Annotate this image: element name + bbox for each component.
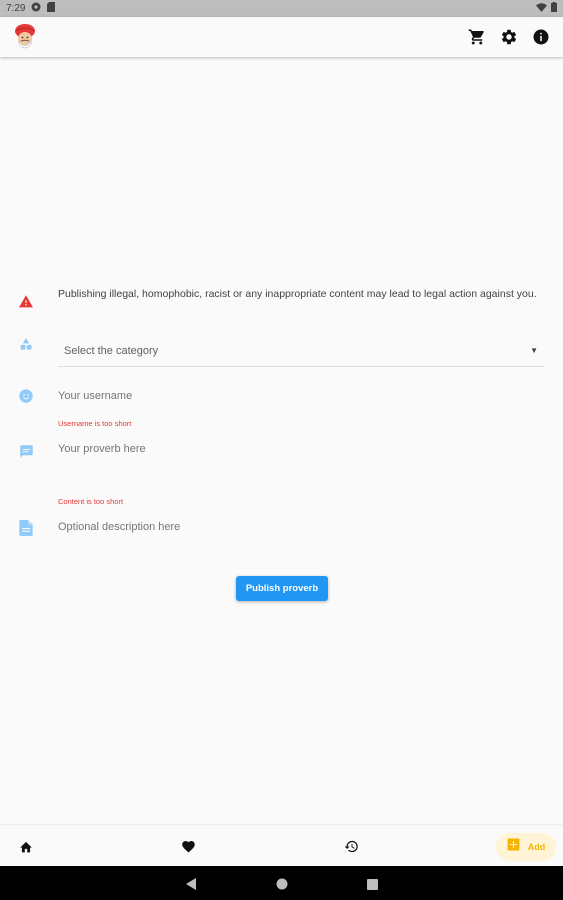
category-placeholder: Select the category [64, 344, 159, 357]
chat-icon [18, 443, 34, 459]
username-error: Username is too short [58, 419, 132, 428]
category-row [18, 336, 34, 352]
settings-notification-icon [31, 2, 41, 15]
info-icon[interactable] [531, 27, 551, 47]
bottom-navigation: Add [0, 824, 563, 866]
username-input[interactable]: Your username [58, 390, 132, 402]
cart-icon[interactable] [467, 27, 487, 47]
status-time: 7:29 [6, 3, 26, 14]
battery-icon [551, 2, 557, 15]
legal-warning: Publishing illegal, homophobic, racist o… [18, 288, 538, 309]
username-row [18, 388, 34, 404]
face-icon [18, 388, 34, 404]
home-icon[interactable] [18, 838, 34, 854]
warning-icon [18, 293, 34, 309]
description-input[interactable]: Optional description here [58, 521, 180, 533]
category-select[interactable]: Select the category ▼ [58, 335, 544, 367]
wifi-icon [536, 2, 547, 15]
document-icon [18, 520, 34, 536]
heart-icon[interactable] [180, 838, 196, 854]
add-button[interactable]: Add [496, 833, 556, 861]
gear-icon[interactable] [499, 27, 519, 47]
category-icon [18, 336, 34, 352]
turban-man-avatar-icon[interactable] [12, 22, 38, 52]
add-label: Add [527, 842, 546, 852]
proverb-row [18, 443, 34, 459]
warning-text: Publishing illegal, homophobic, racist o… [58, 288, 537, 300]
chevron-down-icon: ▼ [530, 346, 538, 355]
status-bar: 7:29 [0, 0, 563, 17]
content-error: Content is too short [58, 497, 124, 506]
app-bar [0, 17, 563, 57]
back-icon[interactable] [186, 877, 197, 895]
history-icon[interactable] [343, 838, 359, 854]
recents-icon[interactable] [367, 877, 378, 895]
description-row [18, 520, 34, 536]
publish-button[interactable]: Publish proverb [236, 576, 328, 601]
system-navigation-bar [0, 866, 563, 900]
add-box-icon [507, 838, 520, 856]
sd-card-icon [47, 2, 56, 15]
home-circle-icon[interactable] [276, 877, 288, 895]
proverb-input[interactable]: Your proverb here [58, 443, 146, 455]
